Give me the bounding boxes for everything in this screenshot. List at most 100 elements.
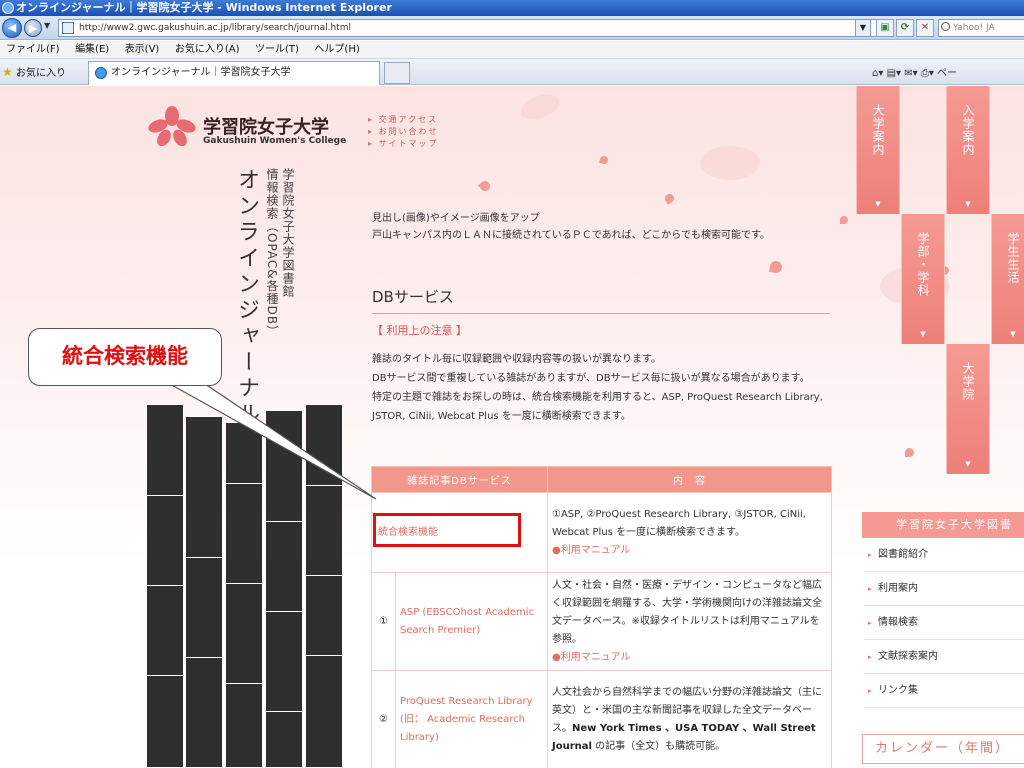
command-bar: ⌂▾ ▤▾ ✉▾ ⎙▾ ペー [872, 64, 957, 79]
chevron-down-icon: ▼ [965, 200, 971, 208]
search-placeholder: Yahoo! JA [953, 23, 995, 33]
column-header-content: 内 容 [547, 466, 832, 493]
home-icon[interactable]: ⌂▾ [872, 68, 883, 79]
asp-link[interactable]: ASP (EBSCOhost Academic Search Premier) [395, 572, 548, 671]
note-line: 特定の主題で雑誌をお探しの時は、統合検索機能を利用すると、ASP, ProQue… [372, 392, 823, 422]
breadcrumb-search: 情報検索（OPAC&各種DB） [265, 168, 279, 339]
manual-link[interactable]: ●利用マニュアル [552, 542, 827, 560]
petal-decoration [598, 154, 610, 166]
feeds-icon[interactable]: ▤▾ [887, 68, 901, 79]
mail-icon[interactable]: ✉▾ [904, 68, 917, 79]
site-logo-english: Gakushuin Women's College [203, 136, 347, 146]
library-menu-item[interactable]: 図書館紹介 [864, 538, 1024, 572]
tab-title: オンラインジャーナル｜学習院女子大学 [111, 67, 291, 78]
chevron-down-icon: ▼ [1010, 330, 1016, 338]
proquest-link[interactable]: ProQuest Research Library (旧： Academic R… [395, 670, 548, 768]
petal-decoration [477, 178, 493, 194]
nav-tab-label: 学部・学科 [916, 232, 930, 297]
link-access[interactable]: 交通アクセス [368, 114, 439, 126]
favorites-button[interactable]: ★ お気に入り [2, 63, 66, 83]
menu-edit[interactable]: 編集(E) [69, 41, 115, 59]
table-row: ① ASP (EBSCOhost Academic Search Premier… [371, 572, 832, 671]
intro-text: 見出し(画像)やイメージ画像をアップ 戸山キャンパス内のＬＡＮに接続されているＰ… [372, 210, 832, 244]
library-menu-item[interactable]: 利用案内 [864, 572, 1024, 606]
intro-line-2: 戸山キャンパス内のＬＡＮに接続されているＰＣであれば、どこからでも検索可能です。 [372, 230, 770, 241]
page-menu[interactable]: ペー [937, 68, 957, 79]
usage-notes: 雑誌のタイトル毎に収録範囲や収録内容等の扱いが異なります。 DBサービス間で重複… [372, 350, 832, 426]
description-text: 人文・社会・自然・医療・デザイン・コンピュータなど幅広く収録範囲を網羅する、大学… [552, 579, 822, 645]
utility-links: 交通アクセス お問い合わせ サイトマップ [368, 114, 439, 150]
library-panel-title: 学習院女子大学図書 [862, 512, 1024, 538]
new-tab-button[interactable] [384, 62, 410, 84]
nav-tab-label: 学生生活 [1006, 232, 1020, 284]
menu-bar: ファイル(F) 編集(E) 表示(V) お気に入り(A) ツール(T) ヘルプ(… [0, 41, 1024, 59]
nav-tab-admission[interactable]: 入学案内 ▼ [946, 86, 990, 214]
petal-decoration [700, 146, 760, 180]
table-row: 統合検索機能 ①ASP, ②ProQuest Research Library,… [371, 492, 832, 573]
library-menu-item[interactable]: リンク集 [864, 674, 1024, 708]
page-title-vertical: オンラインジャーナル [234, 168, 259, 428]
book-graphic [305, 404, 343, 768]
petal-decoration [663, 192, 676, 205]
print-icon[interactable]: ⎙▾ [921, 68, 934, 79]
intro-line-1: 見出し(画像)やイメージ画像をアップ [372, 213, 540, 224]
book-graphic [225, 422, 263, 768]
note-line: 雑誌のタイトル毎に収録範囲や収録内容等の扱いが異なります。 [372, 354, 661, 365]
refresh-icon[interactable]: ⟳ [896, 19, 914, 37]
row-description: 人文社会から自然科学までの幅広い分野の洋雑誌論文（主に英文）と・米国の主な新聞記… [547, 670, 832, 768]
menu-view[interactable]: 表示(V) [119, 41, 166, 59]
tab-active[interactable]: オンラインジャーナル｜学習院女子大学 [88, 61, 380, 85]
link-contact[interactable]: お問い合わせ [368, 126, 439, 138]
page-icon [62, 22, 74, 34]
web-page: 学習院女子大学 Gakushuin Women's College 交通アクセス… [0, 86, 1024, 768]
menu-help[interactable]: ヘルプ(H) [308, 41, 365, 59]
column-header-service: 雑誌記事DBサービス [371, 466, 548, 493]
address-input[interactable]: http://www2.gwc.gakushuin.ac.jp/library/… [58, 19, 878, 37]
note-line: DBサービス間で重複している雑誌がありますが、DBサービス毎に扱いが異なる場合が… [372, 373, 810, 384]
bookshelf-illustration [146, 404, 344, 768]
row-description: ①ASP, ②ProQuest Research Library, ③JSTOR… [547, 492, 832, 573]
library-menu: 図書館紹介 利用案内 情報検索 文献探索案内 リンク集 [864, 538, 1024, 708]
history-dropdown-icon[interactable]: ▼ [44, 21, 50, 30]
nav-tab-about[interactable]: 大学案内 ▼ [856, 86, 900, 214]
forward-button[interactable]: ▶ [24, 19, 42, 37]
link-sitemap[interactable]: サイトマップ [368, 138, 439, 150]
petal-decoration [840, 216, 848, 224]
nav-tab-graduate[interactable]: 大学院 ▼ [946, 344, 990, 474]
library-menu-item[interactable]: 文献探索案内 [864, 640, 1024, 674]
chevron-down-icon: ▼ [920, 330, 926, 338]
table-header-row: 雑誌記事DBサービス 内 容 [371, 466, 832, 493]
section-heading: DBサービス [372, 286, 830, 314]
library-menu-item[interactable]: 情報検索 [864, 606, 1024, 640]
calendar-heading[interactable]: カレンダー（年間） [862, 734, 1024, 764]
nav-tab-faculty[interactable]: 学部・学科 ▼ [901, 214, 945, 344]
nav-tab-label: 入学案内 [961, 104, 975, 156]
back-button[interactable]: ◀ [2, 18, 22, 38]
manual-link[interactable]: ●利用マニュアル [552, 649, 827, 667]
address-dropdown-icon[interactable]: ▼ [855, 19, 871, 37]
favorites-bar: ★ お気に入り オンラインジャーナル｜学習院女子大学 ⌂▾ ▤▾ ✉▾ ⎙▾ ペ… [0, 59, 1024, 85]
menu-file[interactable]: ファイル(F) [0, 41, 66, 59]
compatibility-view-icon[interactable]: ▣ [876, 19, 894, 37]
db-service-table: 雑誌記事DBサービス 内 容 統合検索機能 ①ASP, ②ProQuest Re… [371, 466, 832, 768]
window-titlebar: オンラインジャーナル｜学習院女子大学 - Windows Internet Ex… [0, 0, 1024, 16]
description-text: ①ASP, ②ProQuest Research Library, ③JSTOR… [552, 508, 806, 538]
breadcrumb-library: 学習院女子大学図書館 [281, 168, 295, 298]
book-graphic [265, 410, 303, 768]
address-url: http://www2.gwc.gakushuin.ac.jp/library/… [79, 23, 351, 33]
row-description: 人文・社会・自然・医療・デザイン・コンピュータなど幅広く収録範囲を網羅する、大学… [547, 572, 832, 671]
menu-tools[interactable]: ツール(T) [249, 41, 305, 59]
petal-decoration [769, 260, 783, 274]
star-icon: ★ [2, 65, 13, 79]
nav-tab-label: 大学案内 [871, 104, 885, 156]
stop-icon[interactable]: ✕ [916, 19, 934, 37]
petal-decoration [517, 89, 563, 125]
menu-favorites[interactable]: お気に入り(A) [169, 41, 246, 59]
favorites-label: お気に入り [15, 68, 66, 79]
row-number: ① [371, 572, 396, 671]
integrated-search-link[interactable]: 統合検索機能 [371, 492, 548, 573]
search-input[interactable]: Yahoo! JA [938, 19, 1024, 37]
table-row: ② ProQuest Research Library (旧： Academic… [371, 670, 832, 768]
nav-tab-student-life[interactable]: 学生生活 ▼ [991, 214, 1024, 344]
description-text: の記事（全文）も購読可能。 [591, 740, 726, 752]
